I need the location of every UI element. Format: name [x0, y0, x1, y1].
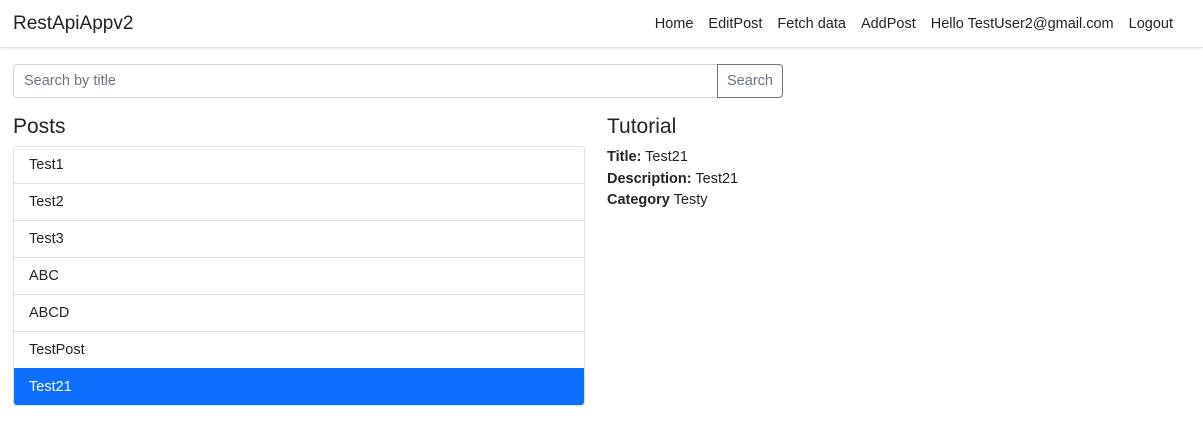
tutorial-description-label: Description: [607, 170, 692, 187]
post-list-item[interactable]: Test1 [14, 147, 584, 183]
tutorial-category-row: Category Testy [607, 190, 1007, 212]
nav-link-logout[interactable]: Logout [1129, 14, 1173, 34]
post-list-item[interactable]: Test21 [14, 368, 584, 405]
navbar: RestApiAppv2 Home EditPost Fetch data Ad… [0, 0, 1203, 48]
navbar-brand[interactable]: RestApiAppv2 [13, 12, 133, 36]
tutorial-category-value: Testy [673, 192, 708, 208]
nav-link-user-greeting[interactable]: Hello TestUser2@gmail.com [931, 14, 1114, 34]
search-bar: Search [13, 64, 783, 98]
tutorial-category-label: Category [607, 192, 670, 208]
tutorial-title-label: Title: [607, 149, 642, 165]
post-list-item[interactable]: ABCD [14, 294, 584, 331]
post-list-item[interactable]: TestPost [14, 331, 584, 368]
tutorial-title-row: Title: Test21 [607, 147, 1007, 169]
nav-link-edit-post[interactable]: EditPost [708, 14, 762, 34]
nav-link-fetch-data[interactable]: Fetch data [777, 14, 846, 34]
tutorial-heading: Tutorial [607, 115, 677, 138]
post-list-item[interactable]: Test2 [14, 183, 584, 220]
tutorial-description-row: Description: Test21 [607, 169, 1007, 191]
nav-links: Home EditPost Fetch data AddPost Hello T… [655, 14, 1173, 34]
post-list-item[interactable]: ABC [14, 257, 584, 294]
posts-heading: Posts [13, 115, 66, 138]
search-input[interactable] [13, 64, 717, 98]
nav-link-home[interactable]: Home [655, 14, 694, 34]
tutorial-title-value: Test21 [645, 149, 688, 165]
nav-link-add-post[interactable]: AddPost [861, 14, 916, 34]
post-list-item[interactable]: Test3 [14, 220, 584, 257]
tutorial-detail: Tutorial Title: Test21 Description: Test… [607, 113, 1007, 212]
post-list: Test1 Test2 Test3 ABC ABCD TestPost Test… [13, 146, 585, 406]
tutorial-description-value: Test21 [695, 170, 739, 187]
search-button[interactable]: Search [717, 64, 783, 98]
